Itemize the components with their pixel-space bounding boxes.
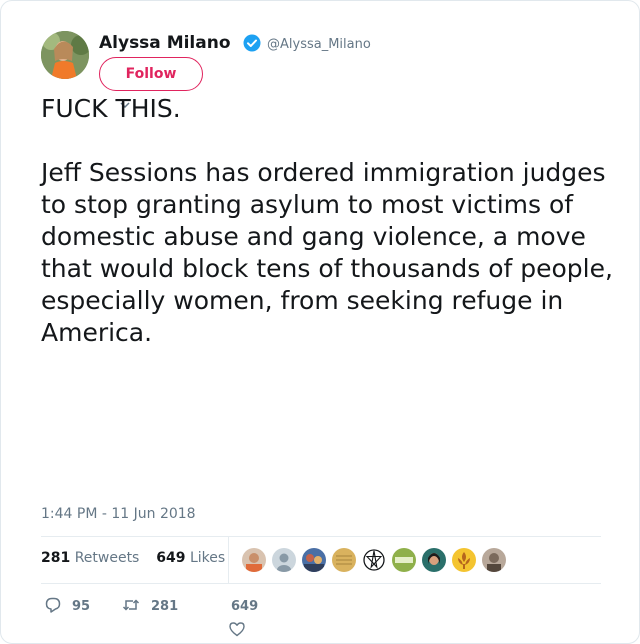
tweet-card: Alyssa Milano @Alyssa_Milano Follow FUCK… bbox=[0, 0, 640, 644]
retweet-count[interactable]: 281 bbox=[151, 599, 178, 614]
engagement-stats: 281 Retweets 649 Likes bbox=[41, 550, 225, 566]
reply-icon[interactable] bbox=[44, 596, 62, 614]
tweet-text: FUCK THIS. Jeff Sessions has ordered imm… bbox=[41, 93, 621, 349]
liker-avatar[interactable] bbox=[331, 547, 357, 573]
liker-avatar[interactable] bbox=[241, 547, 267, 573]
likes-label[interactable]: Likes bbox=[190, 550, 225, 566]
divider bbox=[41, 536, 601, 537]
heart-icon[interactable] bbox=[228, 620, 246, 638]
follow-button[interactable]: Follow bbox=[99, 57, 203, 91]
divider bbox=[228, 537, 229, 583]
like-count[interactable]: 649 bbox=[231, 599, 258, 614]
liker-avatar[interactable] bbox=[421, 547, 447, 573]
author-handle[interactable]: @Alyssa_Milano bbox=[267, 37, 371, 52]
liker-avatar[interactable] bbox=[361, 547, 387, 573]
retweet-icon[interactable] bbox=[122, 596, 140, 614]
liker-avatar[interactable] bbox=[271, 547, 297, 573]
liker-avatar[interactable] bbox=[481, 547, 507, 573]
retweets-count[interactable]: 281 bbox=[41, 550, 70, 566]
liker-avatar[interactable] bbox=[391, 547, 417, 573]
liker-avatar[interactable] bbox=[301, 547, 327, 573]
author-name[interactable]: Alyssa Milano bbox=[99, 33, 231, 53]
tweet-actions: 95 281 649 bbox=[41, 593, 601, 643]
likes-count[interactable]: 649 bbox=[156, 550, 185, 566]
divider bbox=[41, 583, 601, 584]
author-avatar[interactable] bbox=[41, 31, 89, 79]
liker-avatars bbox=[241, 547, 511, 573]
retweets-label[interactable]: Retweets bbox=[75, 550, 140, 566]
reply-count[interactable]: 95 bbox=[72, 599, 90, 614]
liker-avatar[interactable] bbox=[451, 547, 477, 573]
tweet-line1: FUCK THIS. bbox=[41, 94, 181, 123]
tweet-timestamp[interactable]: 1:44 PM - 11 Jun 2018 bbox=[41, 506, 196, 522]
verified-badge-icon bbox=[243, 34, 261, 52]
tweet-body: Jeff Sessions has ordered immigration ju… bbox=[41, 158, 613, 347]
